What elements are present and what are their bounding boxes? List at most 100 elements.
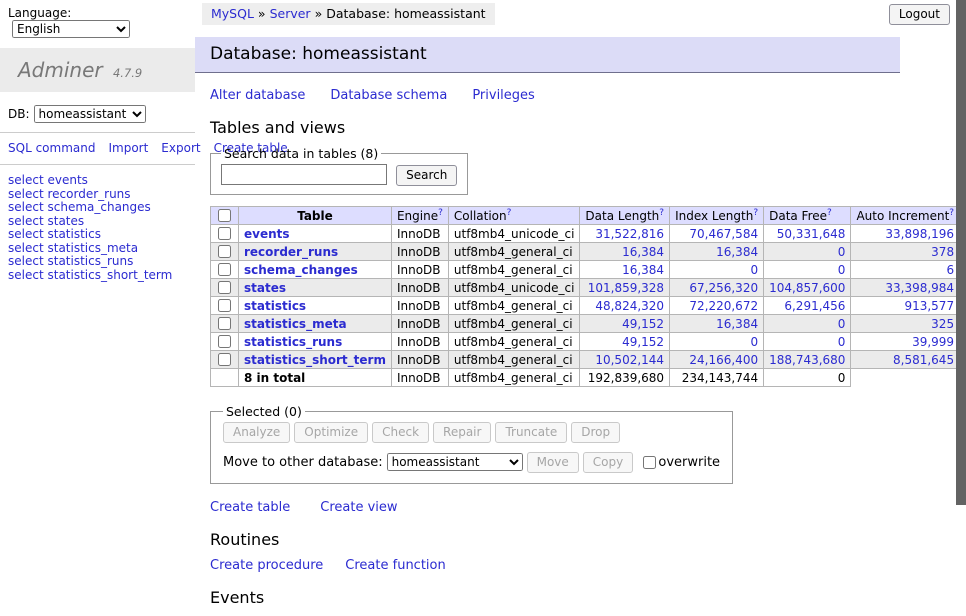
data-length-link-events[interactable]: 31,522,816 bbox=[585, 227, 664, 241]
data-length-link-states[interactable]: 101,859,328 bbox=[585, 281, 664, 295]
row-checkbox-events[interactable] bbox=[218, 227, 231, 240]
data-free-link-events[interactable]: 50,331,648 bbox=[769, 227, 845, 241]
sidebar-table-link-statistics-runs[interactable]: statistics_runs bbox=[47, 254, 133, 268]
db-action-privileges[interactable]: Privileges bbox=[472, 88, 535, 103]
data-length-link-schema-changes[interactable]: 16,384 bbox=[585, 263, 664, 277]
select-all-checkbox[interactable] bbox=[218, 209, 231, 222]
help-link-collation[interactable]: ? bbox=[507, 208, 512, 218]
auto-increment-link-statistics-runs[interactable]: 39,999 bbox=[856, 335, 954, 349]
logout-button[interactable]: Logout bbox=[889, 4, 950, 25]
data-free-link-states[interactable]: 104,857,600 bbox=[769, 281, 845, 295]
adminer-home-link[interactable]: Adminer bbox=[18, 58, 103, 82]
optimize-button[interactable]: Optimize bbox=[294, 422, 368, 443]
data-length-link-statistics-runs[interactable]: 49,152 bbox=[585, 335, 664, 349]
select-link-recorder-runs[interactable]: select bbox=[8, 187, 44, 201]
auto-increment-link-events[interactable]: 33,898,196 bbox=[856, 227, 954, 241]
menu-link-import[interactable]: Import bbox=[108, 141, 148, 155]
create-link-create-table[interactable]: Create table bbox=[210, 500, 290, 515]
auto-increment-link-states[interactable]: 33,398,984 bbox=[856, 281, 954, 295]
index-length-link-schema-changes[interactable]: 0 bbox=[675, 263, 758, 277]
auto-increment-link-statistics-short-term[interactable]: 8,581,645 bbox=[856, 353, 954, 367]
table-name-link-statistics-short-term[interactable]: statistics_short_term bbox=[244, 353, 386, 367]
row-checkbox-recorder-runs[interactable] bbox=[218, 245, 231, 258]
row-checkbox-schema-changes[interactable] bbox=[218, 263, 231, 276]
table-name-link-statistics-meta[interactable]: statistics_meta bbox=[244, 317, 347, 331]
check-button[interactable]: Check bbox=[372, 422, 429, 443]
index-length-link-statistics-runs[interactable]: 0 bbox=[675, 335, 758, 349]
select-link-schema-changes[interactable]: select bbox=[8, 200, 44, 214]
auto-increment-link-statistics[interactable]: 913,577 bbox=[856, 299, 954, 313]
table-name-link-statistics-runs[interactable]: statistics_runs bbox=[244, 335, 342, 349]
sidebar-table-link-recorder-runs[interactable]: recorder_runs bbox=[47, 187, 130, 201]
row-checkbox-statistics[interactable] bbox=[218, 299, 231, 312]
routine-link-create-function[interactable]: Create function bbox=[345, 558, 445, 573]
data-length-link-statistics[interactable]: 48,824,320 bbox=[585, 299, 664, 313]
db-action-alter-database[interactable]: Alter database bbox=[210, 88, 305, 103]
help-link-data-free[interactable]: ? bbox=[827, 208, 832, 218]
scrollbar-thumb[interactable] bbox=[956, 0, 966, 505]
index-length-link-recorder-runs[interactable]: 16,384 bbox=[675, 245, 758, 259]
create-link-create-view[interactable]: Create view bbox=[320, 500, 397, 515]
index-length-link-statistics-short-term[interactable]: 24,166,400 bbox=[675, 353, 758, 367]
help-link-engine[interactable]: ? bbox=[438, 208, 443, 218]
routine-link-create-procedure[interactable]: Create procedure bbox=[210, 558, 323, 573]
index-length-link-states[interactable]: 67,256,320 bbox=[675, 281, 758, 295]
table-name-link-schema-changes[interactable]: schema_changes bbox=[244, 263, 358, 277]
data-length-link-statistics-meta[interactable]: 49,152 bbox=[585, 317, 664, 331]
sidebar-table-link-states[interactable]: states bbox=[47, 214, 84, 228]
data-length-link-recorder-runs[interactable]: 16,384 bbox=[585, 245, 664, 259]
sidebar-table-link-statistics-meta[interactable]: statistics_meta bbox=[47, 241, 138, 255]
table-name-link-states[interactable]: states bbox=[244, 281, 286, 295]
table-name-link-statistics[interactable]: statistics bbox=[244, 299, 306, 313]
index-length-link-events[interactable]: 70,467,584 bbox=[675, 227, 758, 241]
search-button[interactable]: Search bbox=[396, 165, 457, 186]
select-link-events[interactable]: select bbox=[8, 173, 44, 187]
truncate-button[interactable]: Truncate bbox=[495, 422, 567, 443]
search-input[interactable] bbox=[221, 164, 387, 185]
data-length-cell: 49,152 bbox=[580, 333, 670, 351]
move-button[interactable]: Move bbox=[527, 452, 579, 473]
select-link-statistics[interactable]: select bbox=[8, 227, 44, 241]
row-checkbox-statistics-meta[interactable] bbox=[218, 317, 231, 330]
data-free-link-statistics-short-term[interactable]: 188,743,680 bbox=[769, 353, 845, 367]
table-name-link-events[interactable]: events bbox=[244, 227, 290, 241]
auto-increment-link-schema-changes[interactable]: 6 bbox=[856, 263, 954, 277]
select-link-statistics-runs[interactable]: select bbox=[8, 254, 44, 268]
sidebar-table-link-schema-changes[interactable]: schema_changes bbox=[47, 200, 150, 214]
sidebar-table-link-statistics[interactable]: statistics bbox=[47, 227, 101, 241]
overwrite-checkbox[interactable] bbox=[643, 456, 656, 469]
help-link-index-length[interactable]: ? bbox=[753, 208, 758, 218]
db-action-database-schema[interactable]: Database schema bbox=[330, 88, 447, 103]
repair-button[interactable]: Repair bbox=[433, 422, 491, 443]
table-name-link-recorder-runs[interactable]: recorder_runs bbox=[244, 245, 338, 259]
sidebar-table-link-events[interactable]: events bbox=[47, 173, 87, 187]
help-link-auto-increment[interactable]: ? bbox=[949, 208, 954, 218]
select-link-states[interactable]: select bbox=[8, 214, 44, 228]
language-select[interactable]: English bbox=[12, 20, 130, 38]
select-link-statistics-short-term[interactable]: select bbox=[8, 268, 44, 282]
move-db-select[interactable]: homeassistant bbox=[387, 453, 523, 471]
copy-button[interactable]: Copy bbox=[583, 452, 633, 473]
data-free-link-statistics[interactable]: 6,291,456 bbox=[769, 299, 845, 313]
auto-increment-link-statistics-meta[interactable]: 325 bbox=[856, 317, 954, 331]
row-checkbox-states[interactable] bbox=[218, 281, 231, 294]
data-free-link-recorder-runs[interactable]: 0 bbox=[769, 245, 845, 259]
auto-increment-link-recorder-runs[interactable]: 378 bbox=[856, 245, 954, 259]
breadcrumb-server[interactable]: Server bbox=[270, 6, 311, 21]
menu-link-sql-command[interactable]: SQL command bbox=[8, 141, 95, 155]
drop-button[interactable]: Drop bbox=[571, 422, 620, 443]
index-length-link-statistics[interactable]: 72,220,672 bbox=[675, 299, 758, 313]
select-link-statistics-meta[interactable]: select bbox=[8, 241, 44, 255]
data-free-link-schema-changes[interactable]: 0 bbox=[769, 263, 845, 277]
db-select[interactable]: homeassistant bbox=[34, 105, 146, 123]
data-length-link-statistics-short-term[interactable]: 10,502,144 bbox=[585, 353, 664, 367]
help-link-data-length[interactable]: ? bbox=[659, 208, 664, 218]
analyze-button[interactable]: Analyze bbox=[223, 422, 290, 443]
index-length-link-statistics-meta[interactable]: 16,384 bbox=[675, 317, 758, 331]
data-free-link-statistics-meta[interactable]: 0 bbox=[769, 317, 845, 331]
row-checkbox-statistics-short-term[interactable] bbox=[218, 353, 231, 366]
sidebar-table-link-statistics-short-term[interactable]: statistics_short_term bbox=[47, 268, 172, 282]
breadcrumb-mysql[interactable]: MySQL bbox=[211, 6, 254, 21]
data-free-link-statistics-runs[interactable]: 0 bbox=[769, 335, 845, 349]
row-checkbox-statistics-runs[interactable] bbox=[218, 335, 231, 348]
